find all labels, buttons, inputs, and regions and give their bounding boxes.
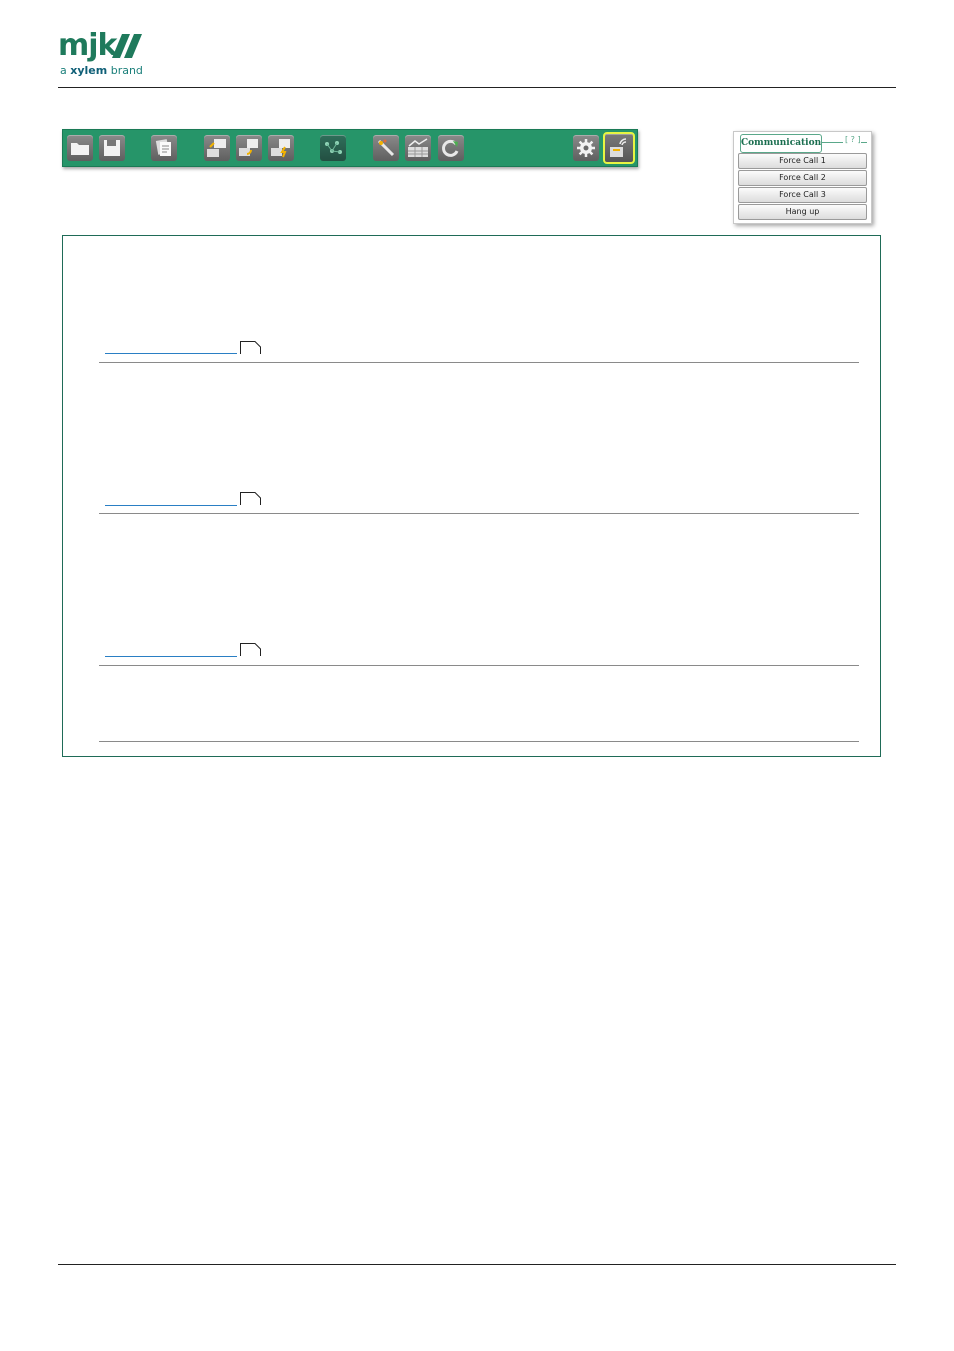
brand-suffix: brand: [110, 64, 143, 77]
force-call-3-button[interactable]: Force Call 3: [738, 187, 867, 203]
tab-corner-icon: [240, 341, 261, 354]
communication-title: Communication: [740, 134, 822, 153]
section-link-2[interactable]: [105, 505, 237, 506]
computer-flash-icon[interactable]: [268, 135, 294, 161]
brand-prefix: a: [60, 64, 67, 77]
panel-divider-end: [861, 142, 867, 143]
content-box: [62, 235, 881, 757]
folder-icon[interactable]: [67, 135, 93, 161]
section-separator-3: [99, 665, 859, 666]
communication-icon[interactable]: [603, 132, 635, 164]
tab-corner-icon: [240, 643, 261, 656]
section-separator-4: [99, 741, 859, 742]
brand-tagline: a xylem brand: [60, 64, 143, 77]
panel-divider: [822, 142, 843, 143]
settings-gear-icon[interactable]: [573, 135, 599, 161]
section-link-3[interactable]: [105, 656, 237, 657]
save-icon[interactable]: [99, 135, 125, 161]
force-call-2-button[interactable]: Force Call 2: [738, 170, 867, 186]
network-icon[interactable]: [320, 135, 346, 161]
force-call-1-button[interactable]: Force Call 1: [738, 153, 867, 169]
mjk-logo: mjk: [58, 28, 150, 62]
hang-up-button[interactable]: Hang up: [738, 204, 867, 220]
brand-name: xylem: [70, 64, 108, 77]
main-toolbar: [62, 129, 638, 167]
footer-rule: [58, 1264, 896, 1265]
svg-text:mjk: mjk: [58, 28, 119, 62]
section-separator-2: [99, 513, 859, 514]
section-link-1[interactable]: [105, 353, 237, 354]
tools-icon[interactable]: [373, 135, 399, 161]
tab-corner-icon: [240, 492, 261, 505]
table-chart-icon[interactable]: [405, 135, 431, 161]
computer-sync-icon[interactable]: [236, 135, 262, 161]
section-separator-1: [99, 362, 859, 363]
computer-upload-icon[interactable]: [204, 135, 230, 161]
refresh-icon[interactable]: [438, 135, 464, 161]
help-link[interactable]: [ ? ]: [845, 135, 861, 144]
header-rule: [58, 87, 896, 88]
documents-icon[interactable]: [151, 135, 177, 161]
communication-panel: Communication [ ? ] Force Call 1 Force C…: [733, 131, 872, 224]
